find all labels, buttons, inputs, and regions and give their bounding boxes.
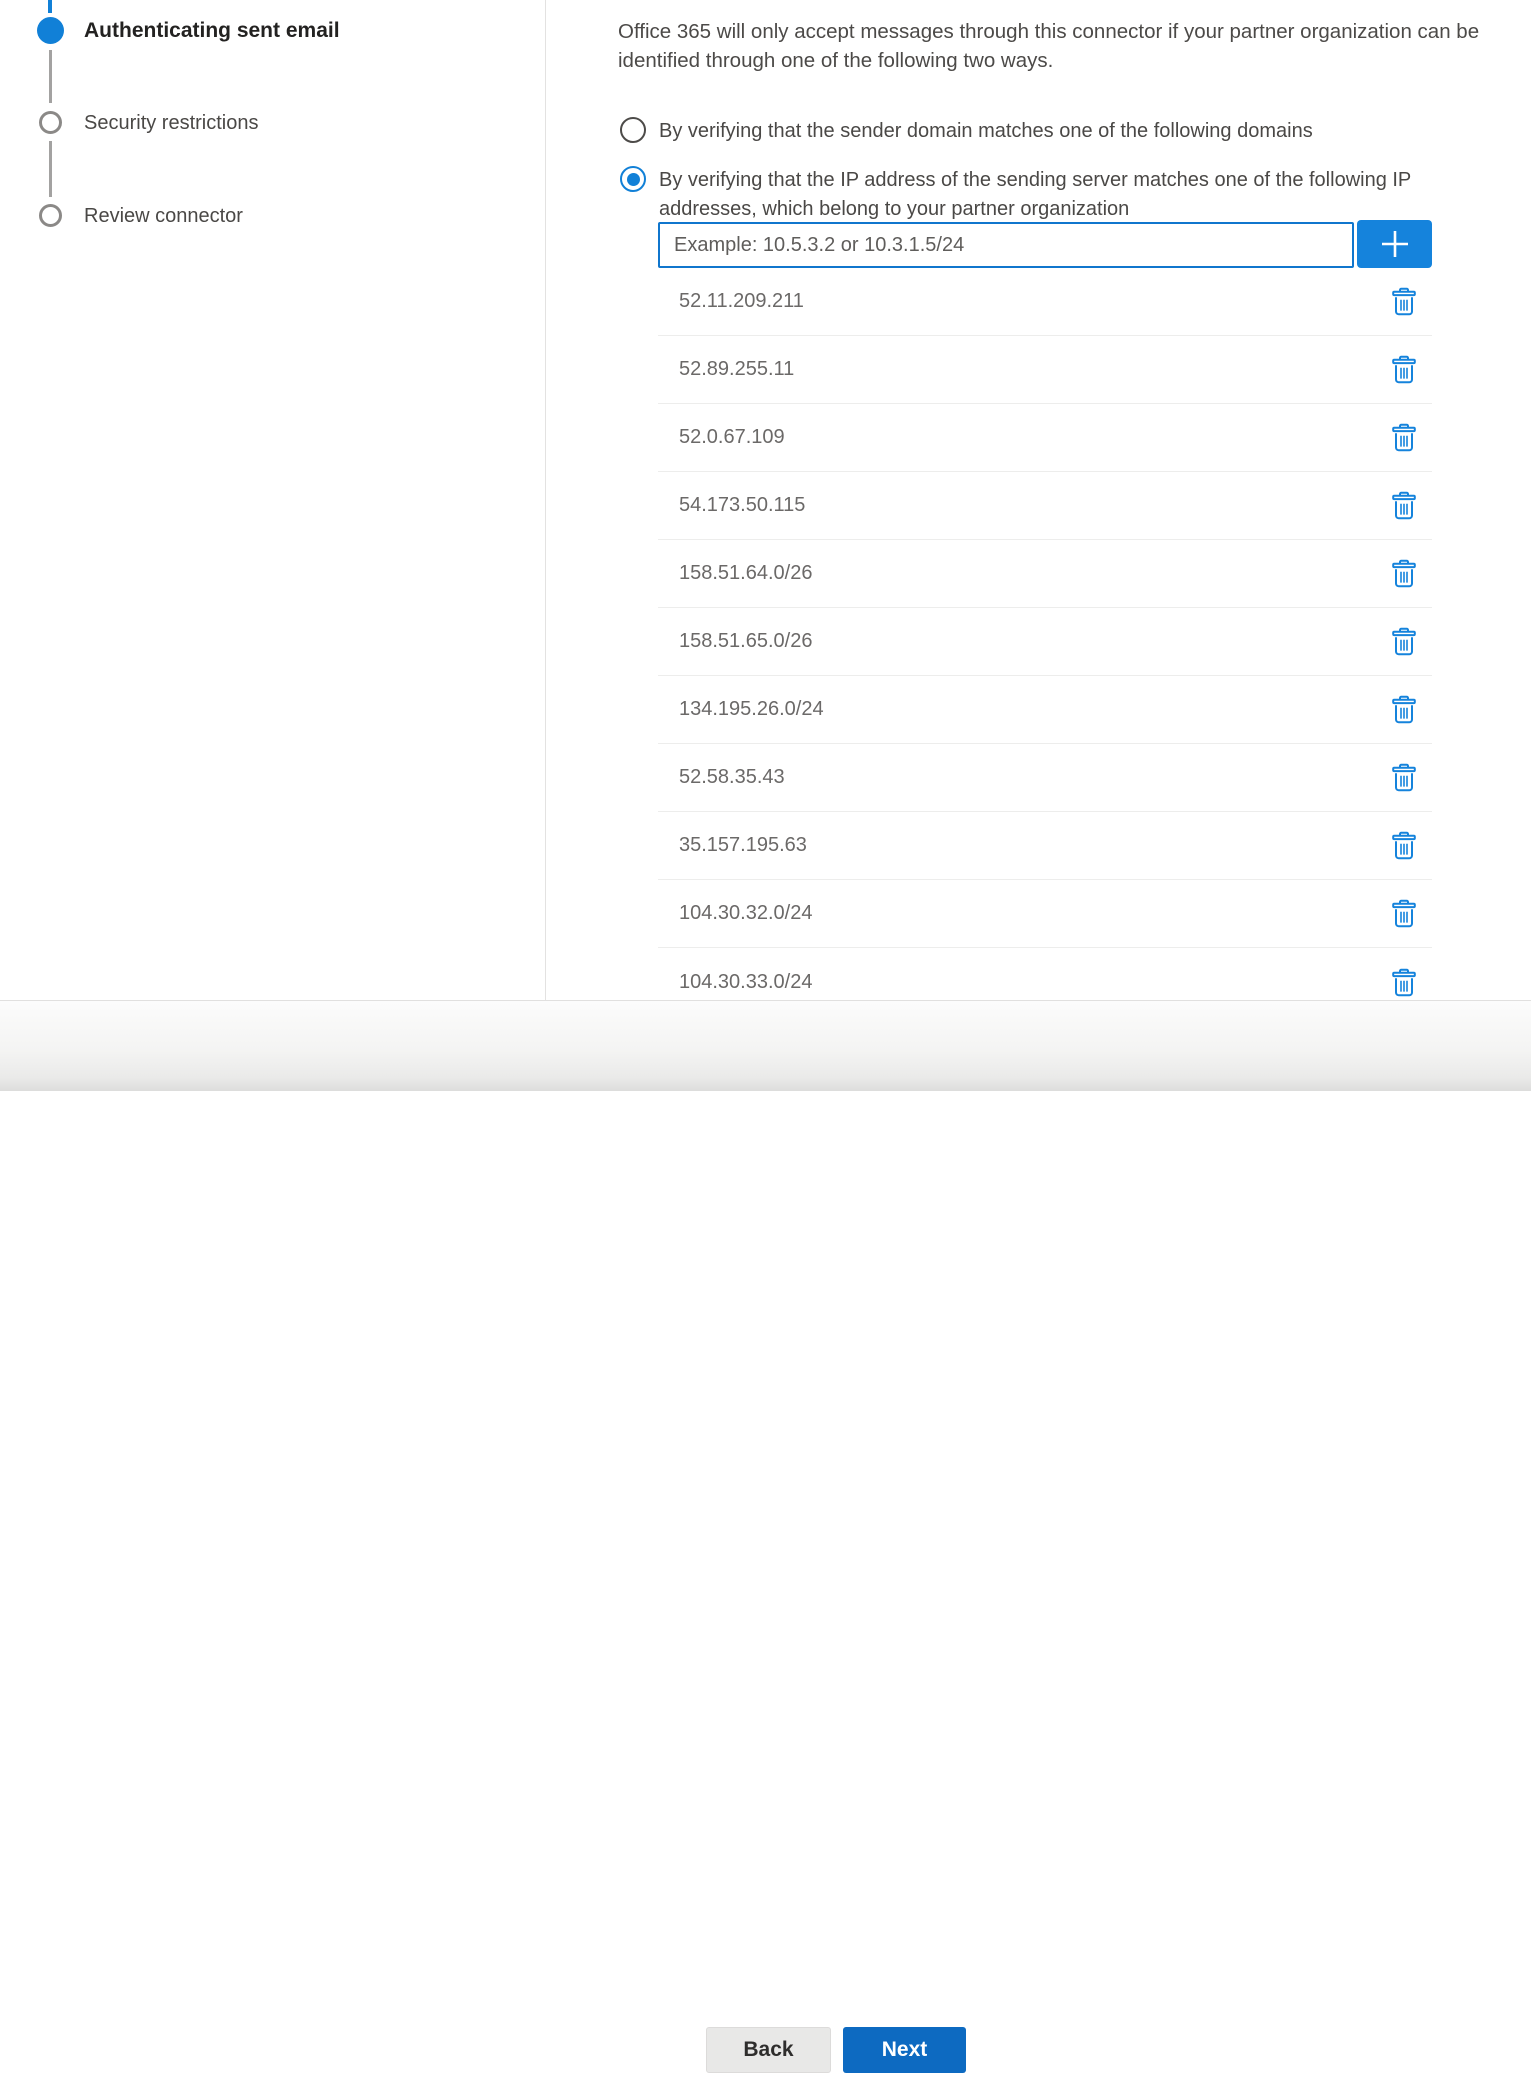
ip-list-item: 134.195.26.0/24 — [658, 676, 1432, 744]
ip-value: 54.173.50.115 — [679, 494, 1390, 517]
ip-address-list: 52.11.209.211 52.89.255.11 52.0.67.109 5… — [658, 268, 1432, 1016]
radio-selected-icon[interactable] — [620, 166, 646, 192]
ip-list-item: 35.157.195.63 — [658, 812, 1432, 880]
wizard-stepper-sidebar: Authenticating sent email Security restr… — [0, 0, 546, 1000]
delete-ip-button[interactable] — [1390, 285, 1418, 318]
delete-ip-button[interactable] — [1390, 761, 1418, 794]
step-indicator-upcoming-icon — [39, 204, 62, 227]
ip-list-item: 52.89.255.11 — [658, 336, 1432, 404]
ip-address-input[interactable] — [658, 222, 1354, 268]
ip-value: 104.30.33.0/24 — [679, 971, 1390, 994]
ip-value: 52.0.67.109 — [679, 426, 1390, 449]
ip-value: 35.157.195.63 — [679, 834, 1390, 857]
option-sender-domain-label[interactable]: By verifying that the sender domain matc… — [659, 118, 1313, 144]
trash-icon — [1392, 423, 1416, 452]
trash-icon — [1392, 695, 1416, 724]
ip-list-item: 52.11.209.211 — [658, 268, 1432, 336]
option-ip-address-label[interactable]: By verifying that the IP address of the … — [659, 166, 1474, 223]
trash-icon — [1392, 763, 1416, 792]
option-ip-address[interactable]: By verifying that the IP address of the … — [620, 166, 1474, 223]
trash-icon — [1392, 968, 1416, 997]
ip-list-item: 52.0.67.109 — [658, 404, 1432, 472]
option-sender-domain[interactable]: By verifying that the sender domain matc… — [620, 117, 1313, 144]
stepper-step-authenticating-sent-email: Authenticating sent email — [84, 19, 340, 43]
ip-value: 158.51.64.0/26 — [679, 562, 1390, 585]
ip-list-item: 104.30.32.0/24 — [658, 880, 1432, 948]
trash-icon — [1392, 491, 1416, 520]
step-indicator-upcoming-icon — [39, 111, 62, 134]
ip-list-item: 54.173.50.115 — [658, 472, 1432, 540]
next-button[interactable]: Next — [843, 2027, 966, 2073]
delete-ip-button[interactable] — [1390, 625, 1418, 658]
delete-ip-button[interactable] — [1390, 353, 1418, 386]
trash-icon — [1392, 559, 1416, 588]
stepper-connector — [49, 50, 52, 103]
ip-value: 52.58.35.43 — [679, 766, 1390, 789]
plus-icon — [1377, 226, 1413, 262]
delete-ip-button[interactable] — [1390, 829, 1418, 862]
trash-icon — [1392, 627, 1416, 656]
ip-list-item: 158.51.65.0/26 — [658, 608, 1432, 676]
delete-ip-button[interactable] — [1390, 966, 1418, 999]
page-description: Office 365 will only accept messages thr… — [618, 17, 1526, 75]
radio-unselected-icon[interactable] — [620, 117, 646, 143]
ip-list-item: 158.51.64.0/26 — [658, 540, 1432, 608]
ip-value: 52.89.255.11 — [679, 358, 1390, 381]
stepper-step-review-connector: Review connector — [84, 205, 243, 228]
delete-ip-button[interactable] — [1390, 489, 1418, 522]
add-ip-button[interactable] — [1357, 220, 1432, 268]
stepper-step-security-restrictions: Security restrictions — [84, 112, 259, 135]
ip-value: 104.30.32.0/24 — [679, 902, 1390, 925]
trash-icon — [1392, 831, 1416, 860]
trash-icon — [1392, 899, 1416, 928]
ip-list-item: 52.58.35.43 — [658, 744, 1432, 812]
step-indicator-active-icon — [37, 17, 64, 44]
trash-icon — [1392, 355, 1416, 384]
delete-ip-button[interactable] — [1390, 897, 1418, 930]
trash-icon — [1392, 287, 1416, 316]
wizard-footer: Back Next — [0, 1000, 1531, 1091]
stepper-connector — [49, 141, 52, 197]
delete-ip-button[interactable] — [1390, 557, 1418, 590]
stepper-connector-top — [48, 0, 52, 13]
delete-ip-button[interactable] — [1390, 421, 1418, 454]
back-button[interactable]: Back — [706, 2027, 831, 2073]
ip-value: 158.51.65.0/26 — [679, 630, 1390, 653]
delete-ip-button[interactable] — [1390, 693, 1418, 726]
ip-value: 134.195.26.0/24 — [679, 698, 1390, 721]
ip-value: 52.11.209.211 — [679, 290, 1390, 313]
